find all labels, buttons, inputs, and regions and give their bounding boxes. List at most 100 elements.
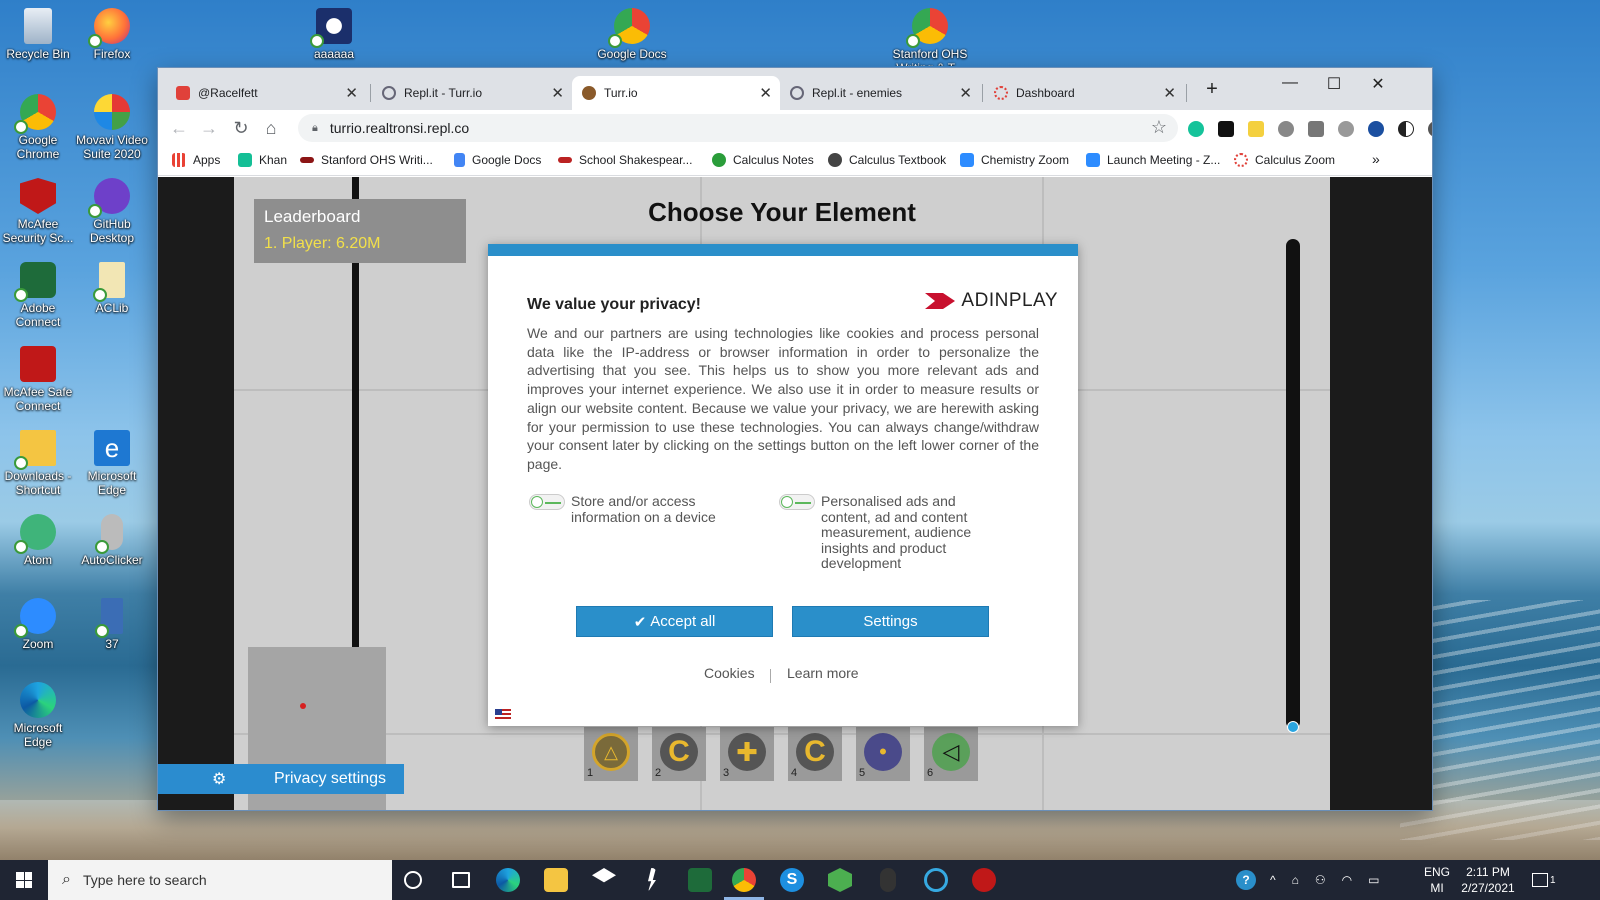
bookmark-calculus-textbook[interactable]: Calculus Textbook	[828, 153, 946, 167]
bookmark-khan[interactable]: Khan	[238, 153, 287, 167]
desktop-icon-adobe-connect[interactable]: Adobe Connect	[0, 262, 76, 329]
desktop-icon-microsoft-edge-legacy[interactable]: e Microsoft Edge	[74, 430, 150, 497]
settings-button[interactable]: Settings	[792, 606, 989, 637]
reader-icon[interactable]	[1428, 121, 1432, 137]
mcafee-taskbar-icon[interactable]	[972, 868, 996, 892]
desktop-icon-autoclicker[interactable]: AutoClicker	[74, 514, 150, 567]
accept-all-button[interactable]: ✔ Accept all	[576, 606, 773, 637]
element-option-4[interactable]: C 4	[788, 727, 842, 781]
help-icon[interactable]: ?	[1236, 870, 1256, 890]
close-window-button[interactable]: ✕	[1356, 74, 1400, 94]
desktop-icon-mcafee-safe-connect[interactable]: McAfee Safe Connect	[0, 346, 76, 413]
start-button[interactable]	[0, 860, 48, 900]
bookmark-launch-meeting[interactable]: Launch Meeting - Z...	[1086, 153, 1220, 167]
language-flag-icon[interactable]	[495, 709, 511, 720]
close-tab-icon[interactable]: ✕	[551, 84, 564, 102]
desktop-icon-firefox[interactable]: Firefox	[74, 8, 150, 61]
action-center-button[interactable]: 1	[1532, 860, 1556, 900]
clock[interactable]: 2:11 PM 2/27/2021	[1456, 860, 1520, 900]
bookmark-calculus-zoom[interactable]: Calculus Zoom	[1234, 153, 1335, 167]
new-tab-button[interactable]: +	[1190, 78, 1234, 101]
close-tab-icon[interactable]: ✕	[1163, 84, 1176, 102]
dark-mode-icon[interactable]	[1398, 121, 1414, 137]
mouse-taskbar-icon[interactable]	[880, 868, 896, 892]
learn-more-link[interactable]: Learn more	[787, 665, 859, 681]
desktop-icon-github-desktop[interactable]: GitHub Desktop	[74, 178, 150, 245]
desktop-icon-recycle-bin[interactable]: Recycle Bin	[0, 8, 76, 61]
camera-app-icon[interactable]	[924, 868, 948, 892]
back-arrow-icon[interactable]: ←	[168, 118, 190, 138]
tab-turrio[interactable]: Turr.io ✕	[572, 76, 780, 110]
minecraft-icon[interactable]	[828, 868, 852, 892]
reload-icon[interactable]: ↻	[230, 118, 252, 138]
address-bar[interactable]: 🔒︎ turrio.realtronsi.repl.co	[298, 114, 1178, 142]
extension-r2-icon[interactable]	[1368, 121, 1384, 137]
tab-racelfett[interactable]: @Racelfett ✕	[166, 76, 366, 110]
desktop-icon-aclib[interactable]: ACLib	[74, 262, 150, 315]
chrome-taskbar-icon[interactable]	[732, 868, 756, 892]
bookmark-google-docs[interactable]: Google Docs	[454, 153, 541, 167]
battery-icon[interactable]: ▭	[1368, 873, 1379, 887]
tab-replit-enemies[interactable]: Repl.it - enemies ✕	[780, 76, 980, 110]
wifi-icon[interactable]: ◠	[1342, 873, 1352, 887]
storage-consent-toggle[interactable]	[529, 494, 565, 510]
language-indicator[interactable]: ENG MI	[1424, 860, 1450, 900]
zoom-slider-track[interactable]	[1286, 239, 1300, 729]
desktop-icon-microsoft-edge[interactable]: Microsoft Edge	[0, 682, 76, 749]
maximize-button[interactable]: ☐	[1312, 74, 1356, 94]
lightning-icon[interactable]	[648, 868, 656, 892]
desktop-icon-37[interactable]: 37	[74, 598, 150, 651]
tab-replit-turrio[interactable]: Repl.it - Turr.io ✕	[372, 76, 572, 110]
forward-arrow-icon[interactable]: →	[198, 118, 220, 138]
bookmarks-overflow-button[interactable]: »	[1372, 151, 1380, 167]
element-option-2[interactable]: C 2	[652, 727, 706, 781]
desktop-icon-zoom[interactable]: Zoom	[0, 598, 76, 651]
minimize-button[interactable]: —	[1268, 74, 1312, 92]
taskbar-search-box[interactable]: ⌕ Type here to search	[48, 860, 392, 900]
close-tab-icon[interactable]: ✕	[345, 84, 358, 102]
chevron-up-icon[interactable]: ^	[1270, 873, 1276, 887]
desktop-icon-aaaaaa[interactable]: aaaaaa	[296, 8, 372, 61]
desktop-icon-atom[interactable]: Atom	[0, 514, 76, 567]
desktop-icon-google-docs[interactable]: Google Docs	[594, 8, 670, 61]
element-option-6[interactable]: ◁ 6	[924, 727, 978, 781]
cortana-icon[interactable]	[404, 871, 422, 889]
bookmark-calculus-notes[interactable]: Calculus Notes	[712, 153, 814, 167]
cookies-link[interactable]: Cookies	[704, 665, 755, 681]
file-explorer-icon[interactable]	[544, 868, 568, 892]
people-icon[interactable]: ⚇	[1315, 873, 1326, 887]
bookmark-school-shakespeare[interactable]: School Shakespear...	[558, 153, 692, 167]
desktop-icon-google-chrome[interactable]: Google Chrome	[0, 94, 76, 161]
extension-icon[interactable]	[1218, 121, 1234, 137]
adblock-icon[interactable]	[1278, 121, 1294, 137]
skype-icon[interactable]: S	[780, 868, 804, 892]
bookmark-chemistry-zoom[interactable]: Chemistry Zoom	[960, 153, 1069, 167]
bookmark-star-icon[interactable]: ☆	[1148, 117, 1170, 137]
home-icon[interactable]: ⌂	[260, 118, 282, 138]
game-canvas[interactable]: Leaderboard 1. Player: 6.20M Choose Your…	[234, 177, 1330, 810]
element-option-3[interactable]: ✚ 3	[720, 727, 774, 781]
extension-copy-icon[interactable]	[1308, 121, 1324, 137]
bookmark-stanford-ohs[interactable]: Stanford OHS Writi...	[300, 153, 433, 167]
bookmark-apps[interactable]: Apps	[172, 153, 220, 167]
adobe-connect-taskbar-icon[interactable]	[688, 868, 712, 892]
tab-dashboard[interactable]: Dashboard ✕	[984, 76, 1184, 110]
extension-cloud-icon[interactable]	[1338, 121, 1354, 137]
edge-taskbar-icon[interactable]	[496, 868, 520, 892]
network-icon[interactable]: ⌂	[1292, 873, 1299, 887]
grammarly-icon[interactable]	[1188, 121, 1204, 137]
extension-r-icon[interactable]	[1248, 121, 1264, 137]
close-tab-icon[interactable]: ✕	[959, 84, 972, 102]
zoom-slider-handle[interactable]	[1287, 721, 1299, 733]
desktop-icon-mcafee-security[interactable]: McAfee Security Sc...	[0, 178, 76, 245]
personalised-ads-toggle[interactable]	[779, 494, 815, 510]
close-tab-icon[interactable]: ✕	[759, 84, 772, 102]
element-option-1[interactable]: △ 1	[584, 727, 638, 781]
desktop-icon-stanford-ohs[interactable]: Stanford OHS Writing & T...	[892, 8, 968, 66]
element-option-5[interactable]: • 5	[856, 727, 910, 781]
desktop-icon-movavi[interactable]: Movavi Video Suite 2020	[74, 94, 150, 161]
task-view-icon[interactable]	[452, 872, 470, 888]
dropbox-icon[interactable]	[592, 868, 616, 883]
privacy-settings-button[interactable]: ⚙ Privacy settings	[158, 764, 404, 794]
desktop-icon-downloads[interactable]: Downloads - Shortcut	[0, 430, 76, 497]
